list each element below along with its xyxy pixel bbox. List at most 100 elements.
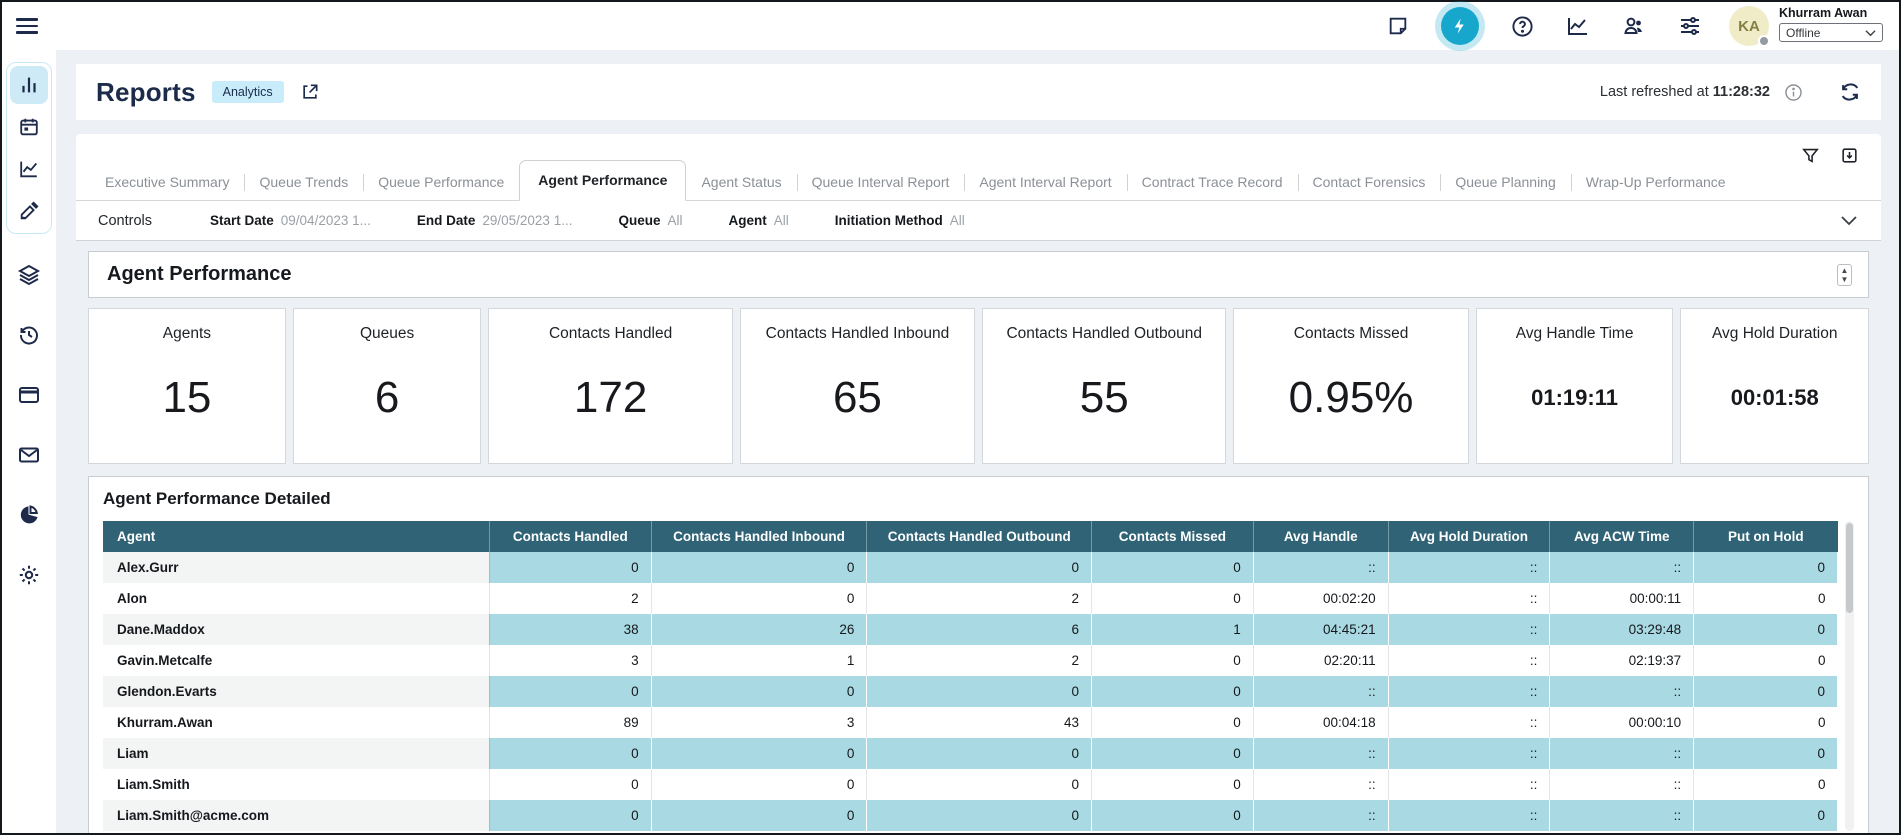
value-cell: 1	[651, 645, 867, 676]
value-cell: 89	[489, 707, 651, 738]
column-header-agent[interactable]: Agent	[103, 521, 489, 552]
filter-icon[interactable]	[1801, 146, 1820, 165]
kpi-label: Avg Hold Duration	[1706, 325, 1844, 343]
section-title: Agent Performance	[107, 263, 292, 286]
info-icon[interactable]	[1784, 83, 1803, 102]
filter-initiation-method[interactable]: Initiation MethodAll	[835, 213, 965, 228]
download-icon[interactable]	[1840, 146, 1859, 165]
filter-end-date[interactable]: End Date29/05/2023 1...	[417, 213, 573, 228]
status-dot	[1758, 35, 1770, 47]
status-select-value: Offline	[1786, 26, 1820, 40]
pie-chart-icon	[17, 503, 41, 527]
column-header-avg-hold-duration[interactable]: Avg Hold Duration	[1388, 521, 1550, 552]
table-row: Glendon.Evarts0000::::::0	[103, 676, 1838, 707]
report-card: Executive SummaryQueue TrendsQueue Perfo…	[76, 134, 1881, 833]
kpi-label: Contacts Handled Outbound	[1000, 325, 1208, 343]
line-chart-icon	[18, 158, 40, 180]
filter-agent[interactable]: AgentAll	[728, 213, 788, 228]
sidebar-item-calendar[interactable]	[10, 108, 48, 146]
kpi-value: 6	[375, 373, 399, 423]
users-icon[interactable]	[1621, 13, 1647, 39]
column-header-avg-acw-time[interactable]: Avg ACW Time	[1550, 521, 1694, 552]
external-link-icon[interactable]	[300, 82, 320, 102]
value-cell: 1	[1092, 614, 1254, 645]
tab-wrap-up-performance[interactable]: Wrap-Up Performance	[1571, 165, 1741, 200]
refresh-icon[interactable]	[1839, 81, 1861, 103]
kpi-value: 15	[162, 373, 211, 423]
gear-icon	[17, 563, 41, 587]
value-cell: ::	[1388, 676, 1550, 707]
filter-label: Queue	[618, 213, 660, 228]
table-row: Khurram.Awan89343000:04:18::00:00:100	[103, 707, 1838, 738]
filter-queue[interactable]: QueueAll	[618, 213, 682, 228]
tab-agent-status[interactable]: Agent Status	[686, 165, 796, 200]
note-icon[interactable]	[1385, 13, 1411, 39]
table-row: Dane.Maddox38266104:45:21::03:29:480	[103, 614, 1838, 645]
user-block: KA Khurram Awan Offline	[1729, 6, 1883, 46]
kpi-row: Agents15Queues6Contacts Handled172Contac…	[88, 308, 1869, 464]
table-row: Liam0000::::::0	[103, 738, 1838, 769]
status-select[interactable]: Offline	[1779, 23, 1883, 42]
value-cell: ::	[1388, 645, 1550, 676]
sidebar-item-edit[interactable]	[10, 192, 48, 230]
avatar-initials: KA	[1738, 18, 1760, 35]
kpi-card-contacts-handled-outbound: Contacts Handled Outbound55	[982, 308, 1226, 464]
sidebar-item-mail[interactable]	[10, 436, 48, 474]
window-icon	[17, 383, 41, 407]
user-name: Khurram Awan	[1779, 6, 1867, 20]
column-header-contacts-handled-outbound[interactable]: Contacts Handled Outbound	[867, 521, 1092, 552]
layers-icon	[17, 263, 41, 287]
value-cell: 6	[867, 614, 1092, 645]
value-cell: ::	[1550, 676, 1694, 707]
kpi-label: Contacts Handled	[543, 325, 678, 343]
value-cell: 0	[651, 800, 867, 831]
tab-queue-interval-report[interactable]: Queue Interval Report	[797, 165, 965, 200]
sidebar-item-pie-chart[interactable]	[10, 496, 48, 534]
agent-name-cell: Khurram.Awan	[103, 707, 489, 738]
agent-name-cell: Alon	[103, 583, 489, 614]
tab-contact-forensics[interactable]: Contact Forensics	[1298, 165, 1441, 200]
sidebar-item-layers[interactable]	[10, 256, 48, 294]
column-header-avg-handle[interactable]: Avg Handle	[1253, 521, 1388, 552]
tab-queue-planning[interactable]: Queue Planning	[1440, 165, 1570, 200]
tab-agent-performance[interactable]: Agent Performance	[519, 160, 686, 201]
column-header-contacts-handled[interactable]: Contacts Handled	[489, 521, 651, 552]
column-header-put-on-hold[interactable]: Put on Hold	[1694, 521, 1838, 552]
sidebar-item-settings[interactable]	[10, 556, 48, 594]
tab-executive-summary[interactable]: Executive Summary	[90, 165, 244, 200]
bolt-icon[interactable]	[1441, 7, 1479, 45]
value-cell: 0	[1694, 676, 1838, 707]
tab-queue-performance[interactable]: Queue Performance	[363, 165, 519, 200]
value-cell: 00:02:20	[1253, 583, 1388, 614]
tab-queue-trends[interactable]: Queue Trends	[244, 165, 363, 200]
value-cell: 0	[1092, 769, 1254, 800]
value-cell: 2	[867, 583, 1092, 614]
mail-icon	[17, 443, 41, 467]
table-scrollbar[interactable]	[1845, 521, 1854, 831]
tab-agent-interval-report[interactable]: Agent Interval Report	[964, 165, 1126, 200]
sidebar-item-line-chart[interactable]	[10, 150, 48, 188]
section-spinner[interactable]: ▲▼	[1837, 264, 1852, 286]
sidebar-item-window[interactable]	[10, 376, 48, 414]
value-cell: ::	[1550, 552, 1694, 583]
metrics-icon[interactable]	[1565, 13, 1591, 39]
filter-start-date[interactable]: Start Date09/04/2023 1...	[210, 213, 371, 228]
hamburger-menu-icon[interactable]	[16, 14, 38, 38]
value-cell: 0	[1694, 738, 1838, 769]
column-header-contacts-handled-inbound[interactable]: Contacts Handled Inbound	[651, 521, 867, 552]
value-cell: 0	[1092, 800, 1254, 831]
sliders-icon[interactable]	[1677, 13, 1703, 39]
help-icon[interactable]	[1509, 13, 1535, 39]
tab-contract-trace-record[interactable]: Contract Trace Record	[1127, 165, 1298, 200]
sidebar-item-history[interactable]	[10, 316, 48, 354]
controls-collapse-chevron-icon[interactable]	[1841, 215, 1857, 226]
column-header-contacts-missed[interactable]: Contacts Missed	[1092, 521, 1254, 552]
value-cell: 0	[1092, 583, 1254, 614]
table-scrollbar-thumb[interactable]	[1846, 523, 1853, 613]
agent-name-cell: Liam.Smith	[103, 769, 489, 800]
sidebar-item-bar-chart[interactable]	[10, 66, 48, 104]
value-cell: 02:19:37	[1550, 645, 1694, 676]
avatar[interactable]: KA	[1729, 6, 1769, 46]
value-cell: 00:00:10	[1550, 707, 1694, 738]
value-cell: 0	[867, 676, 1092, 707]
